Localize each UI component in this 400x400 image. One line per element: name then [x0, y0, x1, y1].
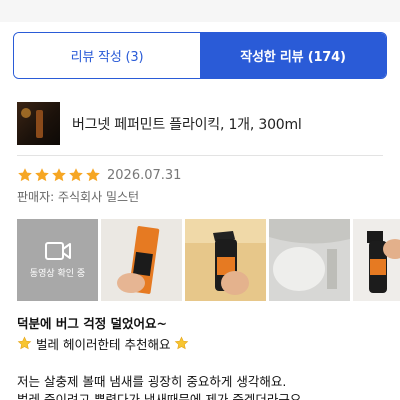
photo-image: [101, 219, 182, 301]
star-icon: [86, 168, 100, 182]
photo-image: [353, 219, 400, 301]
review-photo[interactable]: [353, 219, 400, 301]
review-date: 2026.07.31: [107, 167, 182, 183]
tab-written-reviews[interactable]: 작성한 리뷰 (174): [200, 33, 386, 78]
review-body: 저는 살충제 볼때 냄새를 굉장히 중요하게 생각해요. 벌레 죽이려고 뿌렸다…: [17, 373, 387, 400]
product-thumbnail[interactable]: [17, 102, 60, 145]
photo-image: [185, 219, 266, 301]
divider: [17, 155, 383, 156]
review-body-line: 벌레 죽이려고 뿌렸다가 냄새때문에 제가 죽겠더라구요.: [17, 392, 306, 400]
review-photos: 동영상 확인 중: [17, 219, 400, 301]
review-photo[interactable]: [269, 219, 350, 301]
photo-image: [269, 219, 350, 301]
review-subtitle: 벌레 헤이러한테 추천해요: [17, 334, 189, 353]
star-icon: [69, 168, 83, 182]
rating-row: 2026.07.31: [17, 165, 181, 185]
review-subtitle-text: 벌레 헤이러한테 추천해요: [36, 337, 171, 352]
review-title: 덕분에 버그 걱정 덜었어요~: [17, 316, 168, 331]
seller-name: 판매자: 주식회사 밀스턴: [17, 190, 140, 204]
review-photo[interactable]: [185, 219, 266, 301]
star-icon: [52, 168, 66, 182]
product-name: 버그넷 페퍼민트 플라이킥, 1개, 300ml: [72, 116, 302, 133]
video-camera-icon: [44, 241, 71, 260]
review-tabs: 리뷰 작성 (3) 작성한 리뷰 (174): [13, 32, 387, 79]
star-emoji-icon: [175, 336, 189, 350]
video-thumbnail[interactable]: 동영상 확인 중: [17, 219, 98, 301]
product-row[interactable]: 버그넷 페퍼민트 플라이킥, 1개, 300ml: [17, 101, 387, 146]
tab-write-review[interactable]: 리뷰 작성 (3): [14, 33, 200, 78]
star-rating: [17, 167, 101, 183]
star-icon: [18, 168, 32, 182]
star-icon: [35, 168, 49, 182]
video-status-label: 동영상 확인 중: [29, 268, 86, 279]
status-bar: [0, 0, 400, 22]
review-photo[interactable]: [101, 219, 182, 301]
thumbnail-bottle: [36, 110, 43, 138]
star-emoji-icon: [17, 336, 32, 350]
thumbnail-light: [21, 108, 31, 118]
review-body-line: 저는 살충제 볼때 냄새를 굉장히 중요하게 생각해요.: [17, 374, 287, 389]
